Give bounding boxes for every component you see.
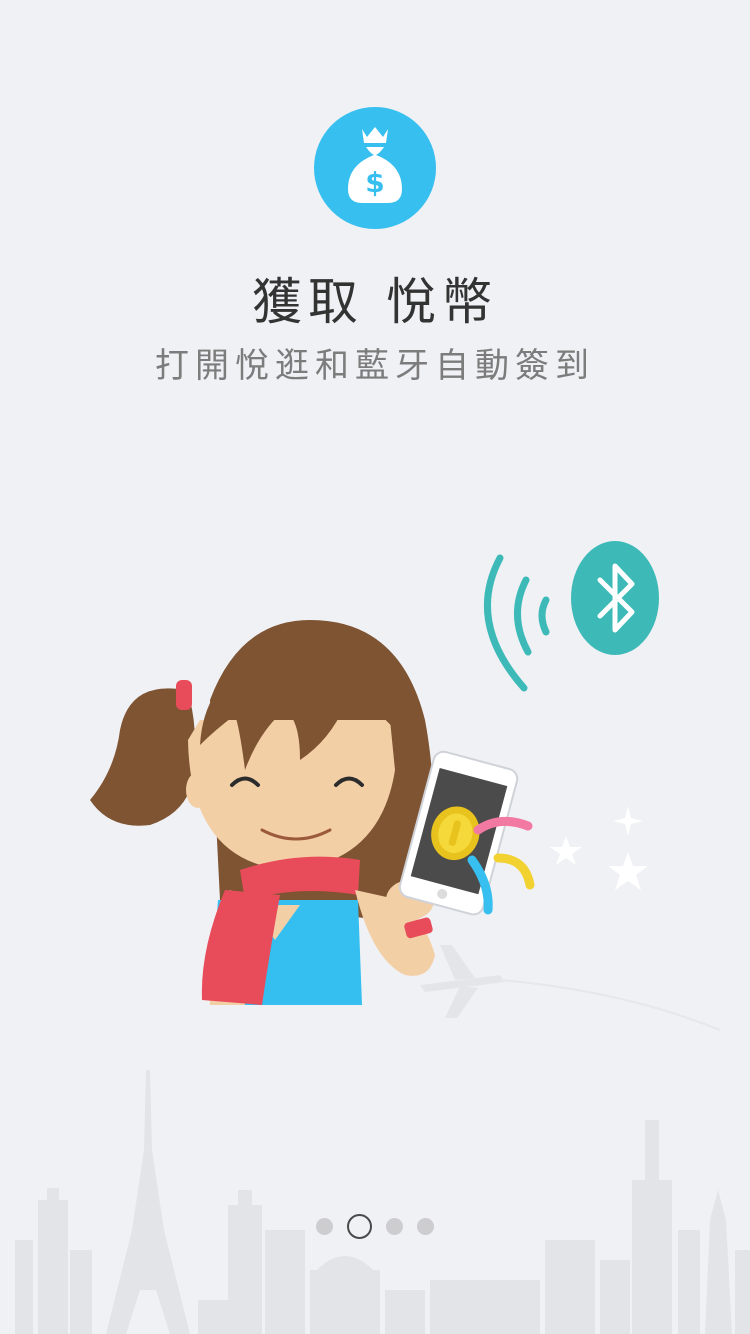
page-indicator[interactable] xyxy=(0,1212,750,1240)
page-dot-3[interactable] xyxy=(386,1217,403,1235)
bluetooth-icon xyxy=(571,541,659,655)
page-dot-1[interactable] xyxy=(316,1217,333,1235)
onboarding-screen[interactable]: $ 獲取 悅幣 打開悅逛和藍牙自動簽到 xyxy=(0,0,750,1334)
page-dot-2-active[interactable] xyxy=(347,1213,372,1239)
girl-phone-illustration xyxy=(90,541,721,1031)
page-dot-4[interactable] xyxy=(417,1217,434,1235)
